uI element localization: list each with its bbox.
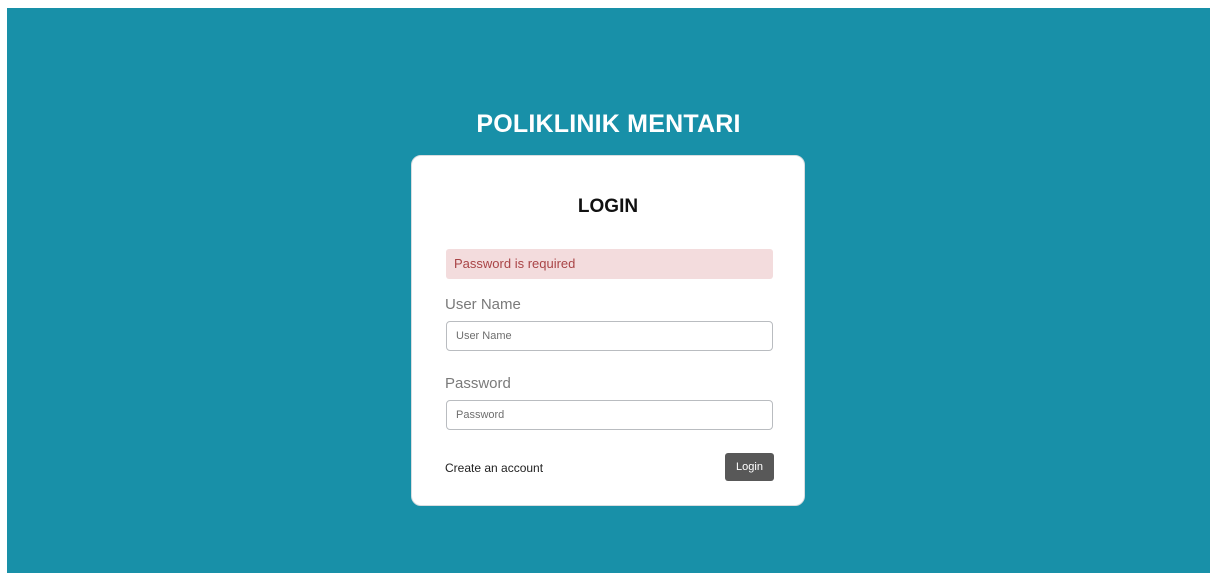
app-title: POLIKLINIK MENTARI xyxy=(476,110,741,138)
create-account-link[interactable]: Create an account xyxy=(445,461,543,475)
page-background: POLIKLINIK MENTARI LOGIN Password is req… xyxy=(7,8,1210,573)
username-label: User Name xyxy=(445,296,521,313)
username-input[interactable] xyxy=(446,321,773,351)
password-label: Password xyxy=(445,375,511,392)
password-input[interactable] xyxy=(446,400,773,430)
login-card: LOGIN Password is required User Name Pas… xyxy=(411,155,805,506)
error-alert: Password is required xyxy=(446,249,773,279)
login-heading: LOGIN xyxy=(577,196,639,217)
login-button[interactable]: Login xyxy=(725,453,774,481)
